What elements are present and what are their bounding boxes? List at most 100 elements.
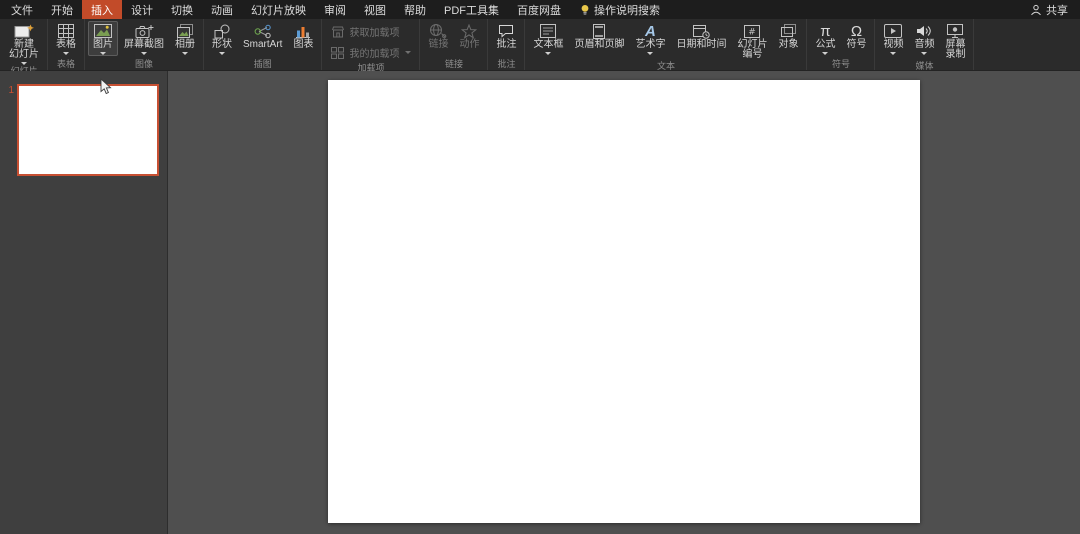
chart-label: 图表: [293, 39, 314, 50]
dropdown-caret: [63, 52, 69, 55]
dropdown-caret: [405, 51, 412, 54]
slide-canvas[interactable]: [328, 80, 920, 523]
link-label: 链接: [428, 39, 449, 50]
action-button[interactable]: 动作: [454, 21, 484, 51]
ribbon-group-symbols: π 公式 Ω 符号 符号: [807, 19, 876, 70]
group-label-links: 链接: [444, 59, 463, 69]
tell-me-label: 操作说明搜索: [594, 4, 660, 17]
person-icon: [1030, 4, 1042, 16]
header-footer-button[interactable]: 页眉和页脚: [569, 21, 629, 51]
header-footer-label: 页眉和页脚: [574, 39, 625, 50]
ribbon-group-addins: 获取加载项 我的加载项 加载项: [322, 19, 421, 73]
lightbulb-icon: [580, 4, 590, 16]
screenshot-button[interactable]: 屏幕截图: [119, 21, 169, 56]
action-icon: [461, 23, 478, 39]
ribbon-group-illustrations: 形状 SmartArt 图表 插图: [204, 19, 323, 70]
photo-album-icon: [177, 23, 193, 39]
content-area: 1: [0, 71, 1080, 534]
comment-label: 批注: [496, 39, 517, 50]
tab-insert[interactable]: 插入: [82, 0, 122, 19]
my-addins-button[interactable]: 我的加载项: [327, 44, 414, 61]
tab-view[interactable]: 视图: [355, 0, 395, 19]
chart-button[interactable]: 图表: [288, 21, 318, 51]
smartart-button[interactable]: SmartArt: [238, 21, 287, 51]
tab-review[interactable]: 审阅: [315, 0, 355, 19]
screen-recording-button[interactable]: 屏幕 录制: [940, 21, 970, 61]
tab-animations[interactable]: 动画: [202, 0, 242, 19]
object-icon: [780, 23, 796, 39]
slide-number-icon: #: [744, 23, 761, 39]
pictures-button[interactable]: 图片: [88, 21, 118, 56]
audio-icon: [916, 23, 932, 39]
tab-file[interactable]: 文件: [2, 0, 42, 19]
group-label-illustrations: 插图: [253, 59, 272, 69]
table-icon: [58, 23, 74, 39]
tab-help[interactable]: 帮助: [395, 0, 435, 19]
dropdown-caret: [182, 52, 188, 55]
tab-baidu-netdisk[interactable]: 百度网盘: [508, 0, 570, 19]
video-icon: [884, 23, 903, 39]
object-button[interactable]: 对象: [773, 21, 803, 51]
group-label-symbols: 符号: [831, 59, 850, 69]
datetime-label: 日期和时间: [676, 39, 727, 50]
ribbon-group-images: 图片 屏幕截图 相册 图像: [85, 19, 204, 70]
symbol-icon: Ω: [850, 22, 863, 40]
dropdown-caret: [545, 52, 552, 55]
object-label: 对象: [778, 39, 799, 50]
tab-transitions[interactable]: 切换: [162, 0, 202, 19]
datetime-button[interactable]: 日期和时间: [671, 21, 731, 51]
tab-design[interactable]: 设计: [122, 0, 162, 19]
comment-button[interactable]: 批注: [491, 21, 521, 51]
ribbon-group-links: 链接 动作 链接: [420, 19, 489, 70]
get-addins-button[interactable]: 获取加载项: [327, 23, 414, 40]
shapes-label: 形状: [212, 39, 232, 50]
screenshot-label: 屏幕截图: [124, 39, 164, 50]
shapes-icon: [214, 23, 231, 39]
slide-1-thumbnail[interactable]: [17, 84, 159, 176]
slide-thumbnails-panel[interactable]: 1: [0, 71, 168, 534]
symbol-label: 符号: [846, 39, 867, 50]
my-addins-label: 我的加载项: [349, 49, 400, 60]
slide-number-label: 编号: [742, 49, 763, 60]
photo-album-button[interactable]: 相册: [170, 21, 200, 56]
dropdown-caret: [822, 52, 829, 55]
table-label: 表格: [56, 39, 76, 50]
tab-pdf-toolset[interactable]: PDF工具集: [435, 0, 508, 19]
table-button[interactable]: 表格: [51, 21, 81, 56]
svg-text:#: #: [749, 27, 757, 37]
tab-home[interactable]: 开始: [42, 0, 82, 19]
symbol-button[interactable]: Ω 符号: [841, 21, 871, 51]
picture-icon: [94, 23, 112, 39]
shapes-button[interactable]: 形状: [207, 21, 237, 56]
chart-icon: [295, 23, 311, 39]
ribbon-insert: 新建 幻灯片 幻灯片 表格 表格: [0, 19, 1080, 76]
share-button[interactable]: 共享: [1018, 0, 1080, 19]
screenshot-icon: [135, 23, 154, 39]
tab-slideshow[interactable]: 幻灯片放映: [242, 0, 315, 19]
equation-button[interactable]: π 公式: [810, 21, 840, 56]
link-button[interactable]: 链接: [423, 21, 453, 51]
group-label-media: 媒体: [915, 61, 934, 71]
wordart-label: 艺术字: [635, 39, 666, 50]
video-button[interactable]: 视频: [878, 21, 908, 56]
my-addins-icon: [330, 46, 345, 59]
audio-button[interactable]: 音频: [909, 21, 939, 56]
group-label-table: 表格: [56, 59, 75, 69]
ribbon-group-text: 文本框 页眉和页脚 A 艺术字 日期和时间 # 幻灯片 编号 对象 文本: [525, 19, 808, 71]
ribbon-group-media: 视频 音频 屏幕 录制 媒体: [875, 19, 975, 71]
wordart-button[interactable]: A 艺术字: [630, 21, 670, 56]
share-label: 共享: [1046, 4, 1068, 17]
slide-number-button[interactable]: # 幻灯片 编号: [732, 21, 772, 61]
textbox-button[interactable]: 文本框: [528, 21, 568, 56]
dropdown-caret: [141, 52, 147, 55]
new-slide-button[interactable]: 新建 幻灯片: [4, 21, 44, 66]
equation-icon: π: [820, 22, 831, 40]
get-addins-label: 获取加载项: [349, 28, 400, 39]
editor-area: [168, 71, 1080, 534]
tell-me-search[interactable]: 操作说明搜索: [570, 0, 670, 19]
pictures-label: 图片: [93, 39, 113, 50]
group-label-comments: 批注: [497, 59, 516, 69]
equation-label: 公式: [815, 39, 836, 50]
audio-label: 音频: [914, 39, 935, 50]
header-footer-icon: [593, 23, 606, 39]
